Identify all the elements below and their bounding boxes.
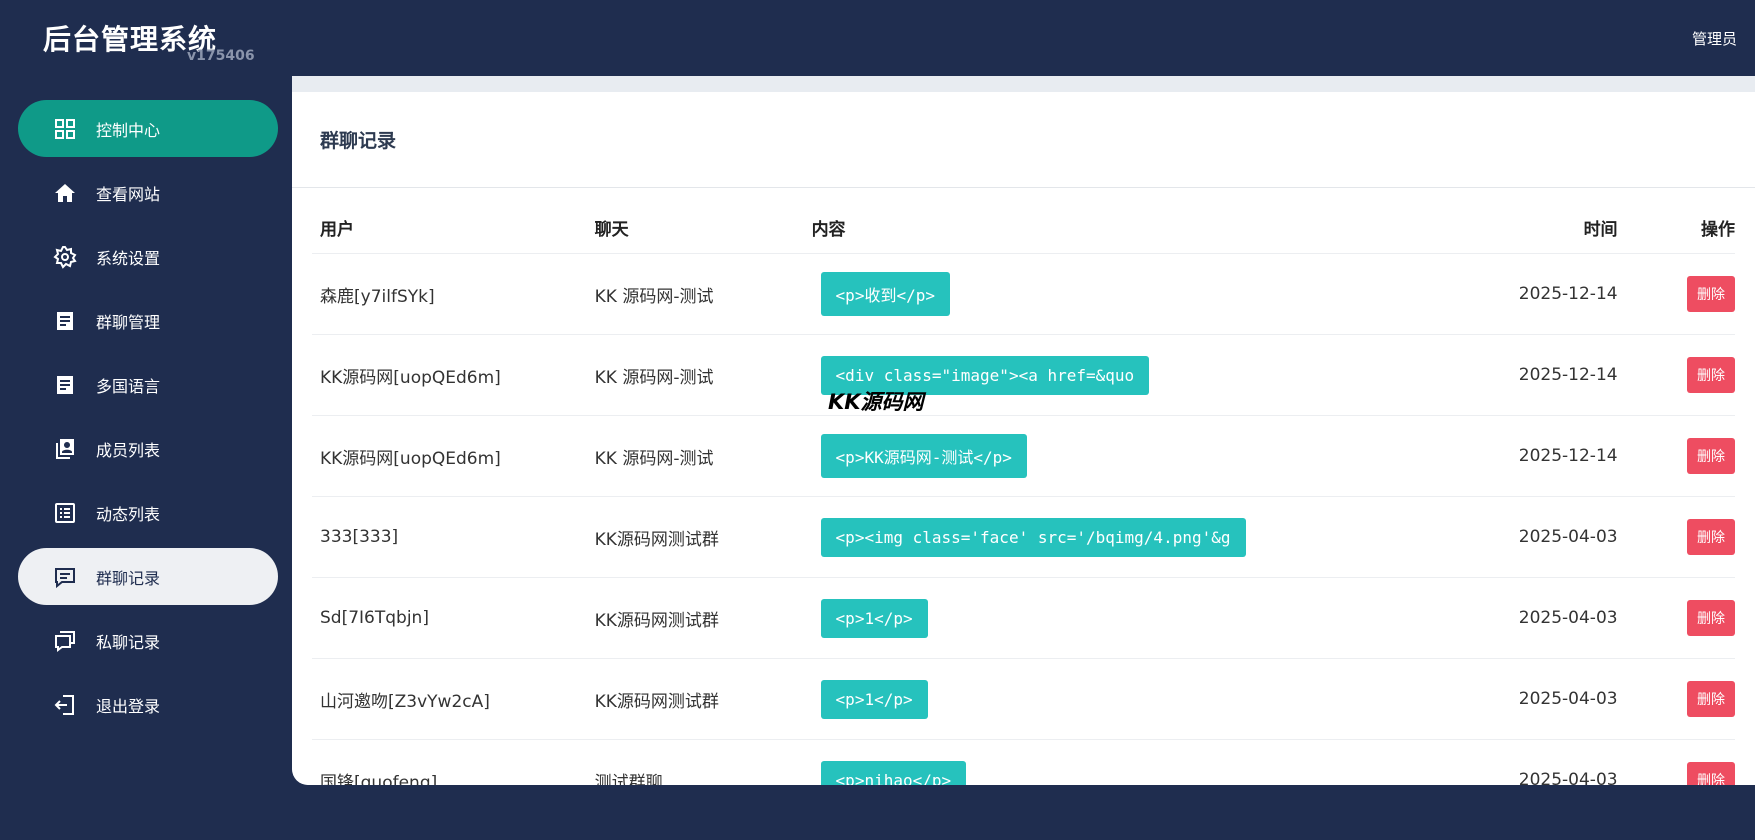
header-operation: 操作 [1700, 220, 1735, 240]
delete-button[interactable]: 删除 [1687, 357, 1735, 393]
sidebar-item-logout[interactable]: 退出登录 [18, 676, 278, 733]
document-icon [52, 308, 78, 334]
cell-time: 2025-12-14 [1518, 365, 1618, 385]
table-row: 森鹿[y7ilfSYk] KK 源码网-测试 <p>收到</p> 2025-12-14… [312, 254, 1735, 335]
header-time: 时间 [1583, 220, 1618, 240]
cell-content: <p>1</p> [812, 679, 1449, 719]
sidebar-item-label: 控制中心 [96, 120, 161, 140]
sidebar-item-label: 群聊管理 [96, 312, 161, 332]
sidebar-item-label: 查看网站 [96, 184, 161, 204]
cell-time: 2025-04-03 [1518, 608, 1618, 628]
cell-content: <p>KK源码网-测试</p> [812, 434, 1449, 478]
cell-time: 2025-04-03 [1518, 770, 1618, 785]
page-title: 群聊记录 [292, 92, 1755, 188]
sidebar-item-label: 动态列表 [96, 504, 161, 524]
main-area: 群聊记录 用户 聊天 内容 时间 操作 森鹿[y7ilfSYk] KK 源码网-测… [292, 76, 1755, 785]
chat-bubbles-icon [52, 628, 78, 654]
cell-chat: KK 源码网-测试 [594, 367, 714, 388]
sidebar-item-label: 系统设置 [96, 248, 161, 268]
sidebar-item-group-manage[interactable]: 群聊管理 [18, 292, 278, 349]
sidebar-item-group-logs[interactable]: 群聊记录 [18, 548, 278, 605]
table-row: 山河邀吻[Z3vYw2cA] KK源码网测试群 <p>1</p> 2025-04-03… [312, 659, 1735, 740]
cell-operation: 删除 [1618, 762, 1735, 785]
cell-content: <p>1</p> [812, 598, 1449, 638]
delete-button[interactable]: 删除 [1687, 438, 1735, 474]
content-badge: <p>nihao</p> [820, 760, 967, 785]
cell-time: 2025-12-14 [1518, 284, 1618, 304]
cell-operation: 删除 [1618, 357, 1735, 393]
sidebar-item-members[interactable]: 成员列表 [18, 420, 278, 477]
sidebar-item-feeds[interactable]: 动态列表 [18, 484, 278, 541]
cell-operation: 删除 [1618, 519, 1735, 555]
contacts-icon [52, 436, 78, 462]
chat-log-table: 用户 聊天 内容 时间 操作 森鹿[y7ilfSYk] KK 源码网-测试 <p>收… [312, 202, 1735, 785]
delete-button[interactable]: 删除 [1687, 519, 1735, 555]
logout-icon [52, 692, 78, 718]
delete-button[interactable]: 删除 [1687, 600, 1735, 636]
cell-chat: KK 源码网-测试 [594, 286, 714, 307]
table-row: Sd[7I6Tqbjn] KK源码网测试群 <p>1</p> 2025-04-03 删除 [312, 578, 1735, 659]
header-chat: 聊天 [594, 220, 629, 240]
cell-time: 2025-12-14 [1518, 446, 1618, 466]
document-icon [52, 372, 78, 398]
content-panel: 群聊记录 用户 聊天 内容 时间 操作 森鹿[y7ilfSYk] KK 源码网-测… [292, 92, 1755, 785]
header-user: 用户 [320, 220, 354, 240]
list-icon [52, 500, 78, 526]
sidebar-item-settings[interactable]: 系统设置 [18, 228, 278, 285]
cell-operation: 删除 [1618, 681, 1735, 717]
dashboard-icon [52, 116, 78, 142]
cell-content: <p>收到</p> [812, 272, 1449, 316]
cell-user: 山河邀吻[Z3vYw2cA] [320, 691, 490, 712]
delete-button[interactable]: 删除 [1687, 681, 1735, 717]
cell-user: KK源码网[uopQEd6m] [320, 367, 501, 388]
cell-operation: 删除 [1618, 600, 1735, 636]
table-header: 用户 聊天 内容 时间 操作 [312, 202, 1735, 254]
content-badge: <p>1</p> [820, 679, 928, 719]
chat-icon [52, 564, 78, 590]
cell-user: 国锋[guofeng] [320, 772, 438, 786]
sidebar-nav: 控制中心 查看网站 系统设置 群聊管理 多国语言 成员列表 动态列表 群聊记录 … [18, 100, 278, 740]
sidebar-item-label: 成员列表 [96, 440, 161, 460]
table-row: 333[333] KK源码网测试群 <p><img class='face' src… [312, 497, 1735, 578]
table-row: 国锋[guofeng] 测试群聊 <p>nihao</p> 2025-04-03 删除 [312, 740, 1735, 785]
delete-button[interactable]: 删除 [1687, 276, 1735, 312]
header-content: 内容 [811, 220, 846, 240]
admin-user-label[interactable]: 管理员 [1692, 28, 1737, 49]
content-badge: <p>KK源码网-测试</p> [820, 434, 1027, 478]
sidebar-item-dashboard[interactable]: 控制中心 [18, 100, 278, 157]
cell-chat: 测试群聊 [594, 772, 663, 786]
cell-operation: 删除 [1618, 438, 1735, 474]
cell-chat: KK源码网测试群 [594, 691, 719, 712]
table-row: KK源码网[uopQEd6m] KK 源码网-测试 <p>KK源码网-测试</p> 2… [312, 416, 1735, 497]
table-row: KK源码网[uopQEd6m] KK 源码网-测试 <div class="imag… [312, 335, 1735, 416]
table-body: 森鹿[y7ilfSYk] KK 源码网-测试 <p>收到</p> 2025-12-14… [312, 254, 1735, 785]
cell-chat: KK源码网测试群 [594, 529, 719, 550]
brand-version: v175406 [187, 48, 255, 64]
delete-button[interactable]: 删除 [1687, 762, 1735, 785]
sidebar-item-languages[interactable]: 多国语言 [18, 356, 278, 413]
cell-time: 2025-04-03 [1518, 527, 1618, 547]
home-icon [52, 180, 78, 206]
cell-operation: 删除 [1618, 276, 1735, 312]
content-badge: <p>1</p> [820, 598, 928, 638]
gear-icon [52, 244, 78, 270]
sidebar-item-label: 群聊记录 [96, 568, 161, 588]
cell-user: Sd[7I6Tqbjn] [320, 608, 429, 628]
cell-user: KK源码网[uopQEd6m] [320, 448, 501, 469]
cell-time: 2025-04-03 [1518, 689, 1618, 709]
content-badge: <p><img class='face' src='/bqimg/4.png'&… [820, 517, 1246, 557]
cell-content: <p>nihao</p> [812, 760, 1449, 785]
sidebar-item-view-site[interactable]: 查看网站 [18, 164, 278, 221]
sidebar-item-label: 多国语言 [96, 376, 161, 396]
sidebar-item-label: 退出登录 [96, 696, 161, 716]
sidebar-item-label: 私聊记录 [96, 632, 161, 652]
sidebar-item-private-logs[interactable]: 私聊记录 [18, 612, 278, 669]
cell-user: 333[333] [320, 527, 399, 547]
cell-content: <p><img class='face' src='/bqimg/4.png'&… [812, 517, 1449, 557]
cell-user: 森鹿[y7ilfSYk] [320, 286, 435, 307]
cell-chat: KK源码网测试群 [594, 610, 719, 631]
watermark-text: KK源码网 [828, 390, 924, 414]
cell-chat: KK 源码网-测试 [594, 448, 714, 469]
content-badge: <p>收到</p> [820, 272, 950, 316]
